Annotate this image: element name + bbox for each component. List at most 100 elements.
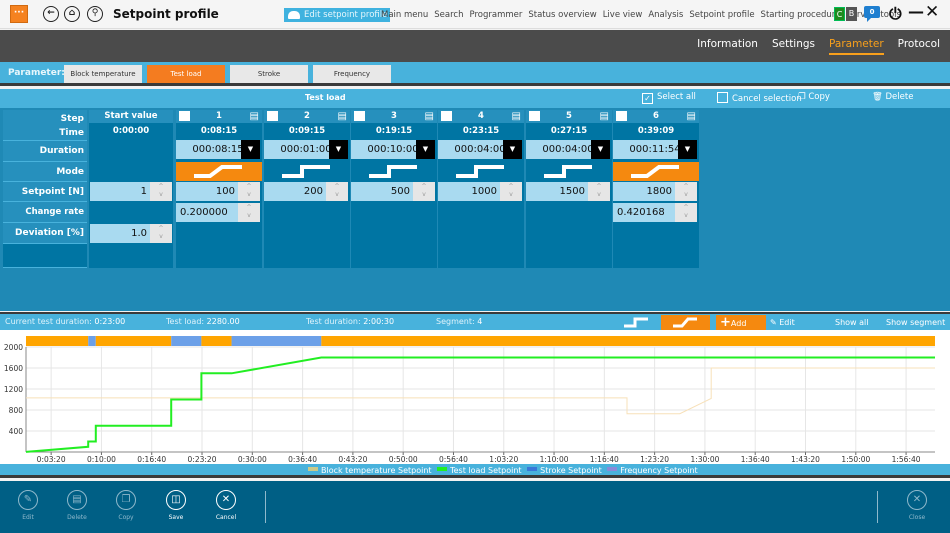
step-mode-button[interactable]: [622, 315, 656, 330]
param-stroke[interactable]: Stroke: [230, 65, 308, 83]
chevron-down-icon[interactable]: ▼: [329, 140, 348, 159]
close-icon[interactable]: ✕: [925, 2, 939, 22]
chevron-down-icon[interactable]: ▼: [503, 140, 522, 159]
setpoint-value: 200: [303, 186, 323, 197]
copy-icon: ❐: [116, 490, 136, 510]
save-button[interactable]: ◫ Save: [161, 490, 191, 521]
cancel-selection-button[interactable]: Cancel selection: [717, 92, 802, 104]
deviation-input[interactable]: 1.0 ^ v: [90, 224, 172, 243]
spinner-arrows[interactable]: ^ v: [326, 182, 348, 201]
minimize-icon[interactable]: —: [908, 2, 924, 21]
home-icon[interactable]: ⌂: [64, 6, 80, 22]
change-rate-value: 0.420168: [617, 207, 665, 218]
delete-button[interactable]: 🗑 Delete: [872, 92, 913, 102]
legend-bar: Block temperature Setpoint Test load Set…: [0, 464, 950, 478]
power-icon[interactable]: ⏻: [889, 4, 902, 24]
mode-selector[interactable]: [438, 162, 524, 181]
setpoint-input[interactable]: 100 ^ v: [176, 182, 260, 201]
spinner-arrows[interactable]: ^ v: [500, 182, 522, 201]
duration-value: 000:04:00: [542, 144, 594, 155]
copy-step-button[interactable]: ❐ Copy: [111, 490, 141, 521]
trash-icon[interactable]: ▤: [250, 110, 259, 123]
show-all-button[interactable]: Show all: [835, 315, 868, 330]
step-time: 0:39:09: [637, 126, 675, 136]
cancel-button[interactable]: ✕ Cancel: [211, 490, 241, 521]
param-test-load[interactable]: Test load: [147, 65, 225, 83]
trash-icon[interactable]: ▤: [512, 110, 521, 123]
setpoint-input[interactable]: 1000 ^ v: [438, 182, 522, 201]
spinner-arrows[interactable]: ^ v: [150, 224, 172, 243]
start-setpoint-input[interactable]: 1 ^ v: [90, 182, 172, 201]
mode-selector[interactable]: [176, 162, 262, 181]
ramp-mode-button[interactable]: [661, 315, 710, 330]
mode-selector[interactable]: [526, 162, 612, 181]
x-tick-label: 1:16:40: [590, 455, 619, 464]
nav-search[interactable]: Search: [434, 10, 463, 20]
search-icon[interactable]: ⚲: [87, 6, 103, 22]
edit-button[interactable]: ✎ Edit: [13, 490, 43, 521]
spinner-arrows[interactable]: ^ v: [150, 182, 172, 201]
chevron-down-icon[interactable]: ▼: [591, 140, 610, 159]
setpoint-input[interactable]: 1800 ^ v: [613, 182, 697, 201]
series-line-test-load-setpoint: [25, 356, 935, 453]
nav-main-menu[interactable]: Main menu: [381, 10, 428, 20]
param-block-temperature[interactable]: Block temperature: [64, 65, 142, 83]
tab-protocol[interactable]: Protocol: [898, 38, 940, 53]
nav-analysis[interactable]: Analysis: [648, 10, 683, 20]
status-badge-c[interactable]: C: [834, 7, 845, 21]
nav-status-overview[interactable]: Status overview: [528, 10, 596, 20]
nav-starting-procedure[interactable]: Starting procedure: [761, 10, 841, 20]
nav-setpoint-profile[interactable]: Setpoint profile: [689, 10, 754, 20]
menu-button[interactable]: ···: [10, 5, 28, 23]
spinner-arrows[interactable]: ^ v: [675, 203, 697, 222]
spinner-arrows[interactable]: ^ v: [238, 182, 260, 201]
spinner-arrows[interactable]: ^ v: [675, 182, 697, 201]
chart-svg[interactable]: 0:03:20 0:10:00 0:16:40 0:23:20 0:30:00 0:36:…: [0, 330, 950, 464]
copy-button[interactable]: ❐ Copy: [798, 92, 830, 102]
save-button-label: Save: [168, 514, 184, 521]
trash-icon[interactable]: ▤: [425, 110, 434, 123]
cancel-icon: ✕: [216, 490, 236, 510]
change-rate-input[interactable]: 0.420168 ^ v: [613, 203, 697, 222]
trash-icon[interactable]: ▤: [338, 110, 347, 123]
edit-segment-button[interactable]: ✎ Edit: [770, 315, 795, 330]
chevron-down-icon[interactable]: ▼: [241, 140, 260, 159]
messages-icon[interactable]: 0: [864, 6, 880, 22]
nav-programmer[interactable]: Programmer: [469, 10, 522, 20]
setpoint-input[interactable]: 500 ^ v: [351, 182, 435, 201]
tab-settings[interactable]: Settings: [772, 38, 815, 53]
change-rate-input[interactable]: 0.200000 ^ v: [176, 203, 260, 222]
tab-information[interactable]: Information: [697, 38, 758, 53]
chevron-down-icon[interactable]: ▼: [416, 140, 435, 159]
divider: [877, 491, 878, 523]
test-load-header: Test load ✓ Select all Cancel selection ❐…: [0, 89, 950, 108]
select-all-button[interactable]: ✓ Select all: [642, 92, 696, 104]
divider: [265, 491, 266, 523]
setpoint-input[interactable]: 1500 ^ v: [526, 182, 610, 201]
setpoint-input[interactable]: 200 ^ v: [264, 182, 348, 201]
nav-live-view[interactable]: Live view: [603, 10, 643, 20]
spinner-arrows[interactable]: ^ v: [588, 182, 610, 201]
add-button[interactable]: +Add: [716, 315, 766, 330]
trash-icon[interactable]: ▤: [687, 110, 696, 123]
mode-selector[interactable]: [351, 162, 437, 181]
back-icon[interactable]: ←: [43, 6, 59, 22]
mode-selector[interactable]: [264, 162, 350, 181]
show-segment-button[interactable]: Show segment: [886, 315, 945, 330]
delete-step-button[interactable]: ▤ Delete: [62, 490, 92, 521]
close-button[interactable]: ✕ Close: [902, 490, 932, 521]
section-title: Test load: [305, 93, 346, 102]
spinner-arrows[interactable]: ^ v: [413, 182, 435, 201]
tab-parameter[interactable]: Parameter: [829, 38, 884, 55]
chevron-down-icon[interactable]: ▼: [678, 140, 697, 159]
trash-icon[interactable]: ▤: [600, 110, 609, 123]
edit-setpoint-profile-chip[interactable]: Edit setpoint profile: [284, 8, 391, 22]
status-badge-b[interactable]: B: [846, 7, 857, 21]
mode-selector[interactable]: [613, 162, 699, 181]
param-frequency[interactable]: Frequency: [313, 65, 391, 83]
current-duration-label: Current test duration:: [5, 317, 92, 326]
spinner-arrows[interactable]: ^ v: [238, 203, 260, 222]
segment-value: 4: [477, 317, 483, 326]
x-tick-label: 0:36:40: [288, 455, 317, 464]
y-tick-label: 2000: [4, 343, 23, 352]
